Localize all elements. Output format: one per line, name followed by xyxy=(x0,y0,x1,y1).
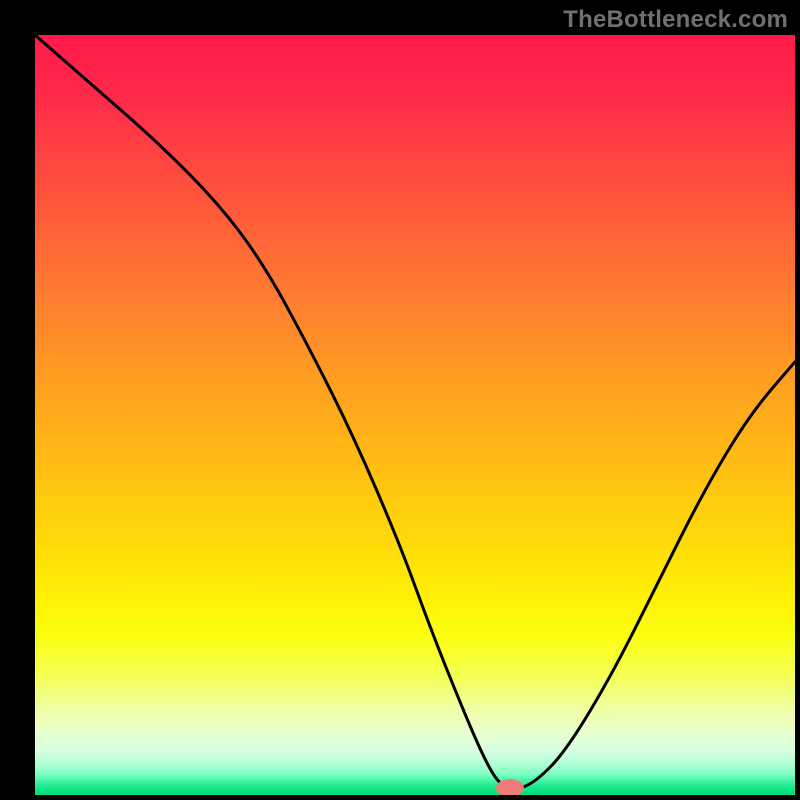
chart-canvas xyxy=(0,0,800,800)
optimum-marker xyxy=(496,779,524,797)
gradient-background xyxy=(35,35,795,795)
watermark-text: TheBottleneck.com xyxy=(563,6,788,34)
bottleneck-chart: TheBottleneck.com xyxy=(0,0,800,800)
